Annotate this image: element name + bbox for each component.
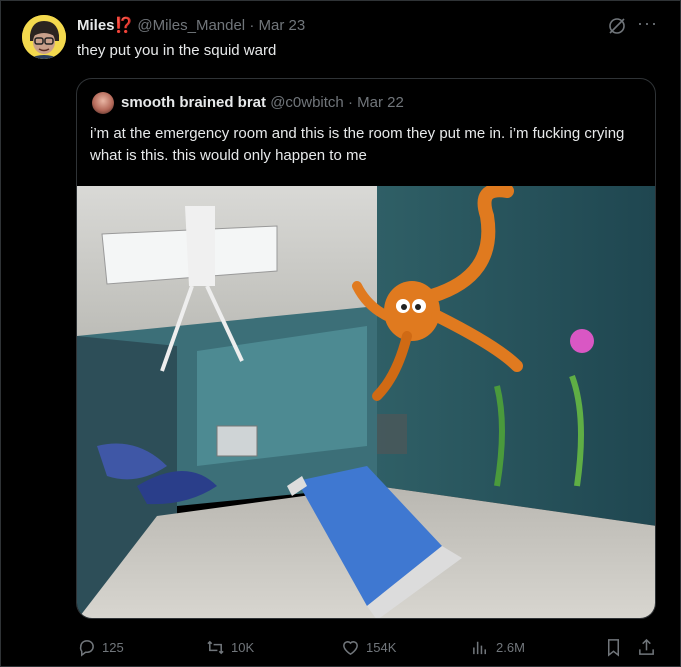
more-icon[interactable]: ··· <box>637 13 658 34</box>
separator-dot: · <box>249 17 255 34</box>
tweet-header: Miles⁉️ @Miles_Mandel · Mar 23 <box>77 16 305 34</box>
quoted-tweet[interactable]: smooth brained brat @c0wbitch · Mar 22 i… <box>76 78 656 619</box>
quoted-author-avatar[interactable] <box>92 92 114 114</box>
reply-button[interactable]: 125 <box>77 634 124 660</box>
author-avatar[interactable] <box>22 15 66 59</box>
share-icon <box>639 638 654 655</box>
quoted-tweet-date[interactable]: Mar 22 <box>357 94 404 111</box>
quoted-author-handle[interactable]: @c0wbitch <box>270 94 344 111</box>
like-icon <box>343 640 358 655</box>
bookmark-icon <box>607 638 620 657</box>
author-badge: ⁉️ <box>114 17 134 34</box>
share-button[interactable] <box>637 634 656 660</box>
like-button[interactable]: 154K <box>341 634 396 660</box>
quoted-tweet-photo[interactable] <box>77 186 656 619</box>
quoted-author-name[interactable]: smooth brained brat <box>121 94 266 111</box>
views-button[interactable]: 2.6M <box>471 634 525 660</box>
author-name[interactable]: Miles <box>77 17 115 34</box>
separator-dot: · <box>347 94 353 111</box>
repost-icon <box>207 640 224 654</box>
tweet-card[interactable]: Miles⁉️ @Miles_Mandel · Mar 23 ··· they … <box>0 0 681 667</box>
bookmark-button[interactable] <box>604 634 623 660</box>
grok-icon[interactable] <box>607 16 627 36</box>
views-icon <box>473 641 487 654</box>
like-count: 154K <box>366 639 397 655</box>
reply-count: 125 <box>102 639 124 655</box>
tweet-text: they put you in the squid ward <box>77 42 277 59</box>
repost-button[interactable]: 10K <box>206 634 254 660</box>
quoted-tweet-header: smooth brained brat @c0wbitch · Mar 22 <box>121 94 404 111</box>
action-bar: 125 10K 154K 2.6M <box>77 634 661 660</box>
repost-count: 10K <box>231 639 255 655</box>
tweet-date[interactable]: Mar 23 <box>259 17 306 34</box>
author-handle[interactable]: @Miles_Mandel <box>137 17 245 34</box>
views-count: 2.6M <box>496 639 525 655</box>
reply-icon <box>79 639 94 657</box>
quoted-tweet-text: i’m at the emergency room and this is th… <box>90 125 625 164</box>
